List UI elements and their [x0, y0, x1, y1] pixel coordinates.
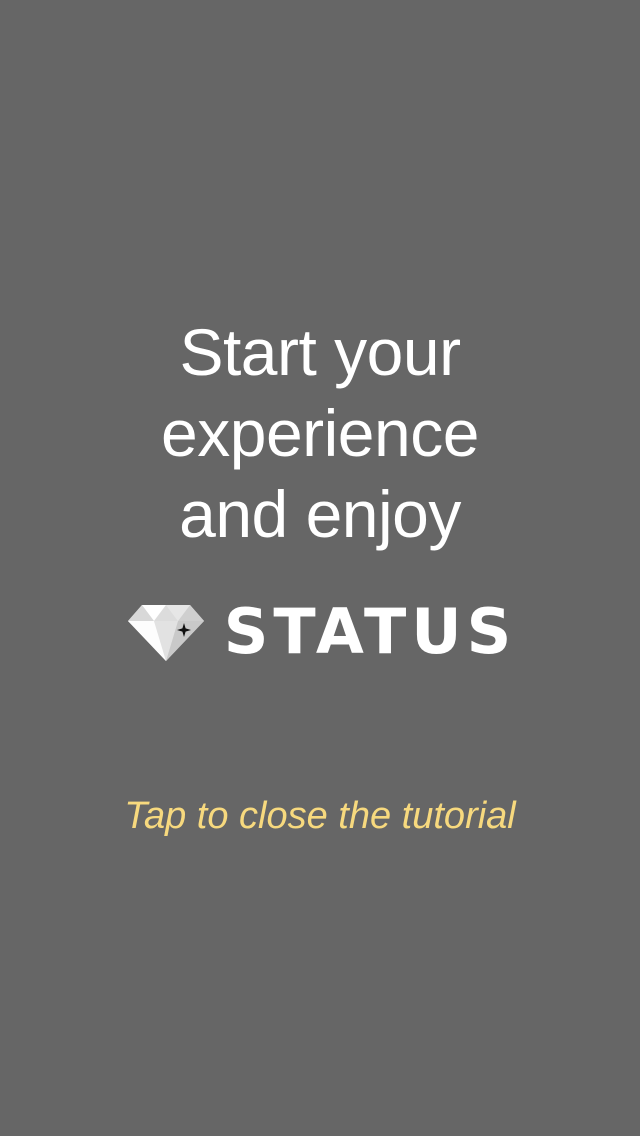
- tutorial-overlay[interactable]: Start your experience and enjoy STATUS T…: [0, 0, 640, 1136]
- headline-line-2: experience: [161, 396, 479, 470]
- close-tutorial-hint[interactable]: Tap to close the tutorial: [0, 792, 640, 840]
- headline-line-1: Start your: [179, 315, 461, 389]
- tutorial-headline: Start your experience and enjoy: [0, 312, 640, 555]
- status-logo: STATUS: [0, 596, 640, 668]
- diamond-icon: [127, 605, 204, 661]
- brand-wordmark: STATUS: [223, 595, 517, 668]
- headline-line-3: and enjoy: [179, 477, 461, 551]
